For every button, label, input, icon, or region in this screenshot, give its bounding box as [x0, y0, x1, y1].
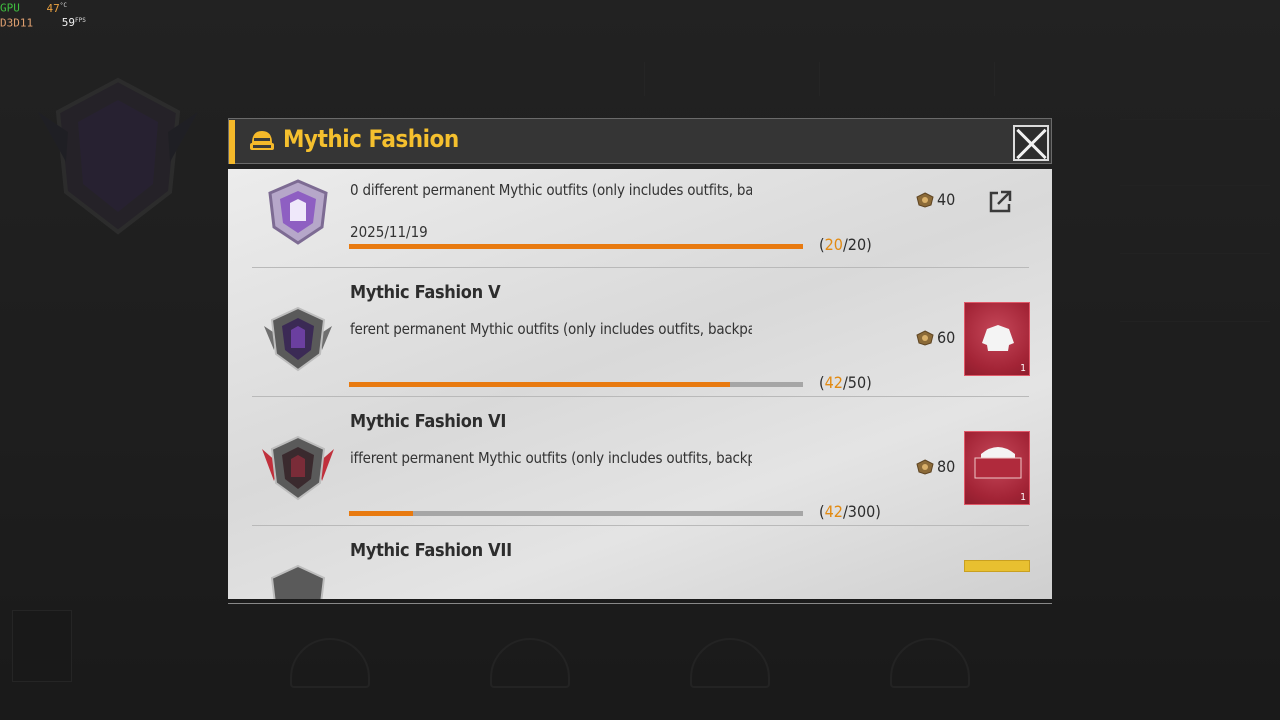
list-item: Mythic Fashion VII: [252, 526, 1030, 599]
progress-count: (20/20): [819, 235, 872, 254]
achievement-list[interactable]: 0 different permanent Mythic outfits (on…: [228, 169, 1052, 599]
hud-gpu-temp: 47: [46, 1, 60, 15]
progress-fill: [349, 244, 803, 249]
achievement-point-icon: [916, 458, 934, 475]
list-item: Mythic Fashion V ferent permanent Mythic…: [252, 268, 1030, 397]
mythic-fashion-modal: Mythic Fashion 0 different permanent Myt…: [228, 118, 1052, 604]
modal-bottom-divider: [228, 603, 1052, 604]
achievement-name: Mythic Fashion VI: [350, 411, 507, 432]
mythic-fashion-badge-icon: [260, 562, 336, 599]
share-icon[interactable]: [987, 189, 1013, 215]
reward-quantity: 1: [1020, 492, 1026, 503]
points-value: 80: [916, 457, 955, 476]
points-value: 60: [916, 328, 955, 347]
reward-item[interactable]: [964, 560, 1030, 572]
progress-count: (42/50): [819, 373, 872, 392]
mythic-fashion-badge-icon: [260, 177, 336, 249]
achievement-description: ifferent permanent Mythic outfits (only …: [350, 449, 752, 467]
performance-hud: GPU 47°C D3D11 59FPS: [0, 0, 86, 29]
progress-count: (42/300): [819, 502, 881, 521]
completion-date: 2025/11/19: [350, 223, 428, 241]
mythic-fashion-badge-icon: [260, 433, 336, 505]
hud-fps: 59: [61, 16, 75, 30]
progress-fill: [349, 511, 413, 516]
progress-bar: [349, 511, 803, 516]
achievement-name: Mythic Fashion V: [350, 282, 501, 303]
reward-quantity: 1: [1020, 363, 1026, 374]
list-item: Mythic Fashion VI ifferent permanent Myt…: [252, 397, 1030, 526]
achievement-name: Mythic Fashion VII: [350, 540, 512, 561]
header-accent-bar: [229, 120, 235, 164]
close-icon[interactable]: [1013, 125, 1049, 161]
progress-fill: [349, 382, 731, 387]
modal-header: Mythic Fashion: [228, 118, 1052, 164]
points-value: 40: [916, 190, 955, 209]
progress-bar: [349, 382, 803, 387]
achievement-point-icon: [916, 329, 934, 346]
progress-bar: [349, 244, 803, 249]
modal-title: Mythic Fashion: [283, 125, 459, 153]
helmet-icon: [249, 129, 275, 153]
hud-api-label: D3D11: [0, 16, 34, 30]
list-item: 0 different permanent Mythic outfits (on…: [252, 169, 1029, 268]
hud-temp-unit: °C: [59, 2, 67, 9]
achievement-description: ferent permanent Mythic outfits (only in…: [350, 320, 752, 338]
reward-item[interactable]: 1: [964, 431, 1030, 505]
mythic-fashion-badge-icon: [260, 304, 336, 376]
achievement-point-icon: [916, 191, 934, 208]
hud-fps-unit: FPS: [75, 16, 86, 24]
hud-gpu-label: GPU: [0, 1, 20, 15]
reward-item[interactable]: 1: [964, 302, 1030, 376]
achievement-description: 0 different permanent Mythic outfits (on…: [350, 181, 752, 199]
